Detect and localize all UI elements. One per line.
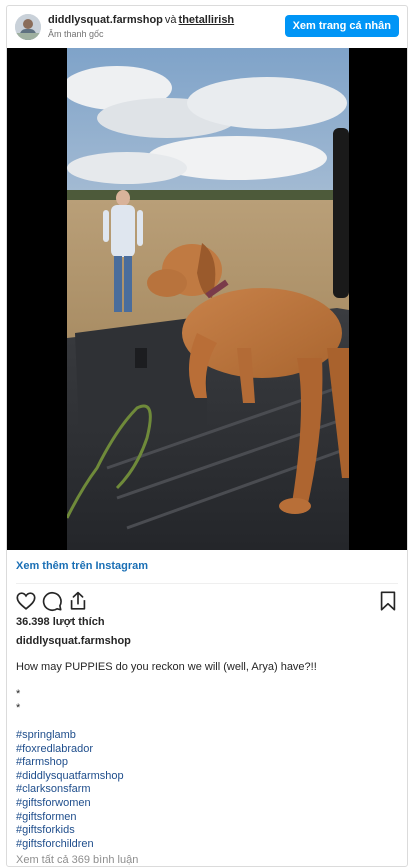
post-header: diddlysquat.farmshop và thetallirish Âm th… [7, 6, 407, 48]
like-count[interactable]: 36.398 lượt thích [16, 616, 105, 628]
coauthor-link[interactable]: thetallirish [179, 14, 235, 26]
author-connector: và [164, 14, 177, 26]
view-profile-button[interactable]: Xem trang cá nhân [284, 15, 399, 37]
avatar[interactable] [15, 14, 41, 40]
heart-icon[interactable] [15, 590, 37, 612]
hashtag-link[interactable]: #springlamb [16, 729, 396, 743]
share-icon[interactable] [67, 590, 89, 612]
hashtag-link[interactable]: #giftsforchildren [16, 838, 396, 852]
hashtag-link[interactable]: #farmshop [16, 756, 396, 770]
view-all-comments-link[interactable]: Xem tất cả 369 bình luận [16, 854, 138, 866]
bookmark-icon[interactable] [377, 590, 399, 612]
audio-label[interactable]: Âm thanh gốc [48, 29, 104, 39]
view-more-on-instagram-link[interactable]: Xem thêm trên Instagram [16, 560, 148, 572]
hashtag-link[interactable]: #giftsformen [16, 811, 396, 825]
action-bar [7, 590, 407, 614]
caption-line: * [16, 688, 21, 701]
hashtag-link[interactable]: #foxredlabrador [16, 743, 396, 757]
comment-icon[interactable] [41, 590, 63, 612]
video-player[interactable] [7, 48, 407, 550]
hashtag-link[interactable]: #giftsforwomen [16, 797, 396, 811]
instagram-embed-card: diddlysquat.farmshop và thetallirish Âm th… [6, 5, 408, 867]
author-link[interactable]: diddlysquat.farmshop [48, 14, 163, 26]
hashtag-link[interactable]: #clarksonsfarm [16, 783, 396, 797]
caption: How may PUPPIES do you reckon we will (w… [16, 661, 396, 851]
video-frame [7, 48, 407, 550]
caption-text: How may PUPPIES do you reckon we will (w… [16, 661, 317, 673]
hashtag-link[interactable]: #giftsforkids [16, 824, 396, 838]
caption-line: * [16, 701, 21, 714]
divider [16, 583, 398, 584]
post-authors: diddlysquat.farmshop và thetallirish [48, 14, 234, 27]
hashtag-link[interactable]: #diddlysquatfarmshop [16, 770, 396, 784]
caption-author[interactable]: diddlysquat.farmshop [16, 635, 131, 647]
